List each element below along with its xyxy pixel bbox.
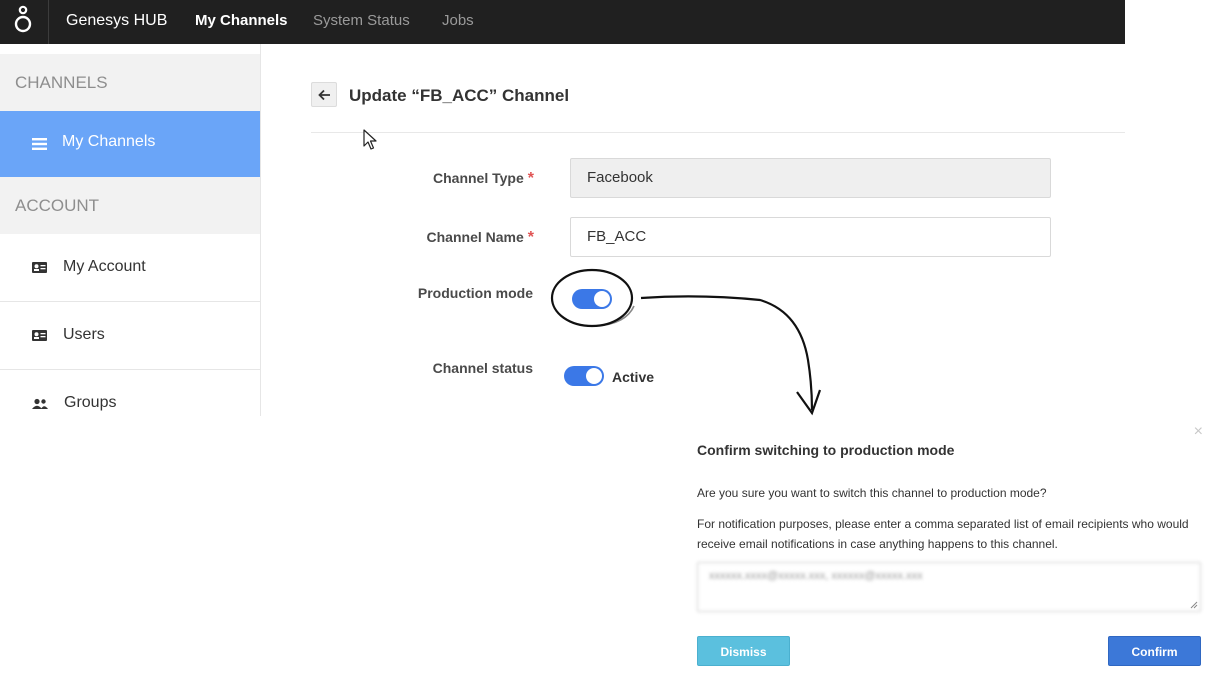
dismiss-button[interactable]: Dismiss xyxy=(697,636,790,666)
modal-title: Confirm switching to production mode xyxy=(697,442,955,458)
nav-my-channels[interactable]: My Channels xyxy=(195,12,288,29)
sidebar-heading-channels: CHANNELS xyxy=(0,54,260,111)
modal-question: Are you sure you want to switch this cha… xyxy=(697,486,1047,500)
sidebar-item-my-account[interactable]: My Account xyxy=(0,234,260,302)
close-icon[interactable]: × xyxy=(1194,423,1203,441)
channel-name-label: Channel Name * xyxy=(400,229,534,247)
channel-status-toggle[interactable] xyxy=(564,366,604,386)
list-icon xyxy=(32,138,47,150)
nav-jobs[interactable]: Jobs xyxy=(442,12,474,29)
mouse-cursor-icon xyxy=(363,129,377,150)
sidebar-item-label: Groups xyxy=(64,394,117,411)
production-mode-label: Production mode xyxy=(417,285,533,301)
id-card-icon xyxy=(32,330,47,341)
annotation-circle-highlight xyxy=(555,305,635,327)
logo-link[interactable] xyxy=(0,0,49,44)
header-divider xyxy=(311,132,1125,133)
annotation-arrowhead xyxy=(796,389,822,416)
annotation-arrow xyxy=(640,295,814,411)
required-marker: * xyxy=(527,170,534,187)
confirm-button[interactable]: Confirm xyxy=(1108,636,1201,666)
toggle-knob xyxy=(594,291,610,307)
sidebar-heading-account: ACCOUNT xyxy=(0,177,260,234)
arrow-left-icon xyxy=(318,89,330,101)
email-recipients-textarea[interactable]: xxxxxx.xxxx@xxxxx.xxx, xxxxxx@xxxxx.xxx xyxy=(697,562,1201,612)
id-card-icon xyxy=(32,262,47,273)
sidebar-item-groups[interactable]: Groups xyxy=(0,370,260,416)
users-icon xyxy=(32,398,48,409)
confirm-production-modal: × Confirm switching to production mode A… xyxy=(684,421,1215,676)
sidebar: CHANNELS My Channels ACCOUNT My Account … xyxy=(0,44,261,416)
genesys-logo-icon xyxy=(14,5,32,33)
top-navbar: Genesys HUB My Channels System Status Jo… xyxy=(0,0,1125,44)
sidebar-item-my-channels[interactable]: My Channels xyxy=(0,111,260,177)
channel-type-field: Facebook xyxy=(570,158,1051,198)
brand-name[interactable]: Genesys HUB xyxy=(66,12,167,30)
production-mode-toggle[interactable] xyxy=(572,289,612,309)
resize-grip-icon[interactable] xyxy=(1190,601,1198,609)
channel-type-label: Channel Type * xyxy=(410,170,534,188)
page-title: Update “FB_ACC” Channel xyxy=(349,86,570,105)
back-button[interactable] xyxy=(311,82,337,107)
channel-name-input[interactable]: FB_ACC xyxy=(570,217,1051,257)
channel-status-text: Active xyxy=(612,369,655,385)
channel-status-label: Channel status xyxy=(432,360,533,376)
sidebar-item-label: Users xyxy=(63,326,105,343)
channel-type-label-text: Channel Type xyxy=(433,170,524,186)
nav-system-status[interactable]: System Status xyxy=(313,12,410,29)
sidebar-item-label: My Channels xyxy=(62,133,156,150)
sidebar-item-label: My Account xyxy=(63,258,146,275)
modal-description: For notification purposes, please enter … xyxy=(697,517,1189,551)
channel-name-label-text: Channel Name xyxy=(426,229,524,245)
required-marker: * xyxy=(527,229,534,246)
toggle-knob xyxy=(586,368,602,384)
sidebar-item-users[interactable]: Users xyxy=(0,302,260,370)
